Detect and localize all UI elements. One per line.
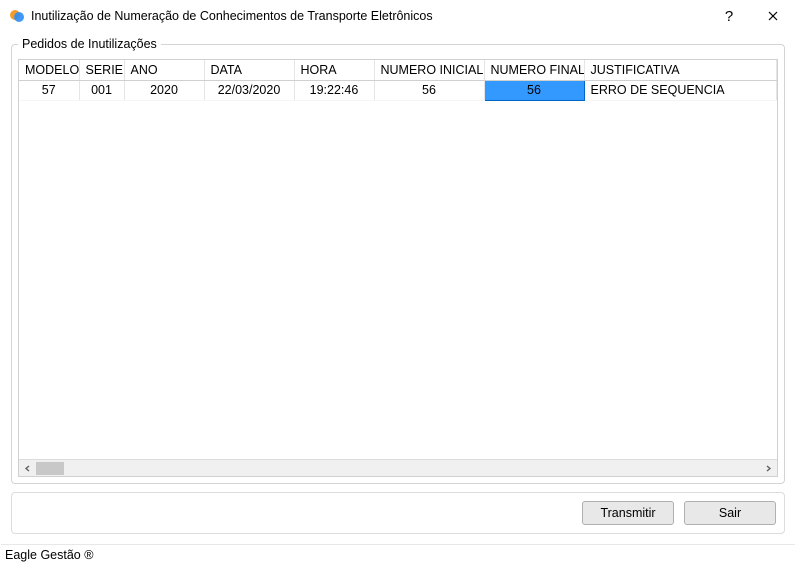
- col-header-hora[interactable]: HORA: [294, 60, 374, 80]
- cell-serie[interactable]: 001: [79, 80, 124, 100]
- scroll-right-icon[interactable]: [760, 460, 777, 477]
- table-container: MODELO SERIE ANO DATA HORA NUMERO INICIA…: [18, 59, 778, 477]
- col-header-ano[interactable]: ANO: [124, 60, 204, 80]
- col-header-numero-final[interactable]: NUMERO FINAL: [484, 60, 584, 80]
- col-header-justificativa[interactable]: JUSTIFICATIVA: [584, 60, 777, 80]
- cell-modelo[interactable]: 57: [19, 80, 79, 100]
- scroll-thumb[interactable]: [36, 462, 64, 475]
- statusbar: Eagle Gestão ®: [1, 544, 795, 564]
- status-text: Eagle Gestão ®: [5, 548, 93, 562]
- transmitir-button[interactable]: Transmitir: [582, 501, 674, 525]
- group-title: Pedidos de Inutilizações: [18, 37, 161, 51]
- sair-button[interactable]: Sair: [684, 501, 776, 525]
- col-header-serie[interactable]: SERIE: [79, 60, 124, 80]
- app-icon: [9, 8, 25, 24]
- table-header-row: MODELO SERIE ANO DATA HORA NUMERO INICIA…: [19, 60, 777, 80]
- help-button[interactable]: ?: [707, 1, 751, 31]
- close-icon: [768, 11, 778, 21]
- group-pedidos: Pedidos de Inutilizações MODELO SERIE: [11, 37, 785, 484]
- cell-numero-inicial[interactable]: 56: [374, 80, 484, 100]
- content-area: Pedidos de Inutilizações MODELO SERIE: [1, 31, 795, 544]
- col-header-data[interactable]: DATA: [204, 60, 294, 80]
- cell-justificativa[interactable]: ERRO DE SEQUENCIA: [584, 80, 777, 100]
- table-row[interactable]: 57 001 2020 22/03/2020 19:22:46 56 56 ER…: [19, 80, 777, 100]
- window-title: Inutilização de Numeração de Conheciment…: [31, 9, 433, 23]
- cell-numero-final[interactable]: 56: [484, 80, 584, 100]
- data-table[interactable]: MODELO SERIE ANO DATA HORA NUMERO INICIA…: [19, 60, 777, 101]
- horizontal-scrollbar[interactable]: [19, 459, 777, 476]
- cell-data[interactable]: 22/03/2020: [204, 80, 294, 100]
- button-panel: Transmitir Sair: [11, 492, 785, 534]
- titlebar: Inutilização de Numeração de Conheciment…: [1, 1, 795, 31]
- cell-ano[interactable]: 2020: [124, 80, 204, 100]
- window: Inutilização de Numeração de Conheciment…: [0, 0, 796, 565]
- cell-hora[interactable]: 19:22:46: [294, 80, 374, 100]
- scroll-left-icon[interactable]: [19, 460, 36, 477]
- scroll-track[interactable]: [36, 460, 760, 477]
- col-header-numero-inicial[interactable]: NUMERO INICIAL: [374, 60, 484, 80]
- close-button[interactable]: [751, 1, 795, 31]
- table-scroll: MODELO SERIE ANO DATA HORA NUMERO INICIA…: [19, 60, 777, 459]
- col-header-modelo[interactable]: MODELO: [19, 60, 79, 80]
